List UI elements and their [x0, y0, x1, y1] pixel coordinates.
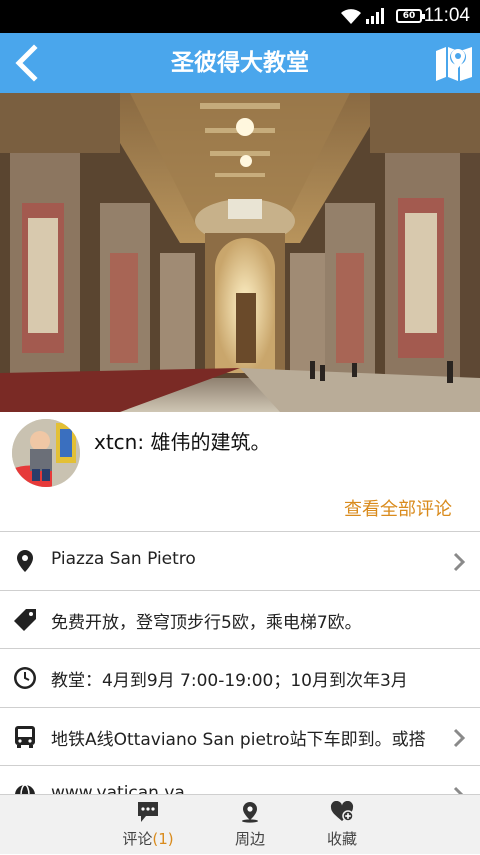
- tab-comments-label: 评论: [122, 830, 153, 848]
- view-all-reviews-link[interactable]: 查看全部评论: [344, 495, 452, 521]
- back-arrow-icon[interactable]: [8, 43, 48, 83]
- status-bar: 60 11:04: [0, 0, 480, 33]
- hours-row: 教堂：4月到9月 7:00-19:00；10月到次年3月: [0, 648, 480, 707]
- comment-icon: [138, 802, 158, 822]
- location-pin-icon: [17, 550, 33, 572]
- clock-icon: [14, 667, 36, 689]
- review-section: xtcn: 雄伟的建筑。 查看全部评论: [0, 412, 480, 532]
- heart-add-icon: [330, 801, 354, 822]
- transport-text: 地铁A线Ottaviano San pietro站下车即到。或搭: [51, 729, 426, 750]
- tab-favorite-label: 收藏: [326, 830, 357, 848]
- basilica-photo: [0, 93, 480, 412]
- hours-text: 教堂：4月到9月 7:00-19:00；10月到次年3月: [51, 671, 408, 691]
- tab-favorite[interactable]: 收藏: [294, 795, 390, 855]
- tab-comments-count: (1): [152, 830, 174, 848]
- price-row: 免费开放，登穹顶步行5欧，乘电梯7欧。: [0, 589, 480, 648]
- status-time: 11:04: [423, 5, 470, 26]
- map-icon[interactable]: [434, 43, 474, 83]
- battery-icon: 60: [396, 9, 425, 23]
- tab-nearby-label: 周边: [234, 830, 265, 848]
- info-list: Piazza San Pietro 免费开放，登穹顶步行5欧，乘电梯7欧。 教堂…: [0, 531, 480, 824]
- transport-row[interactable]: 地铁A线Ottaviano San pietro站下车即到。或搭: [0, 706, 480, 765]
- price-tag-icon: [14, 608, 36, 631]
- wifi-icon: [341, 9, 361, 24]
- nearby-pin-icon: [242, 802, 258, 823]
- chevron-right-icon: [453, 728, 466, 747]
- address-text: Piazza San Pietro: [51, 549, 196, 569]
- bus-icon: [15, 725, 35, 748]
- app-bar: 圣彼得大教堂: [0, 33, 480, 93]
- address-row[interactable]: Piazza San Pietro: [0, 531, 480, 590]
- bottom-tab-bar: 评论(1) 周边 收藏: [0, 794, 480, 854]
- price-text: 免费开放，登穹顶步行5欧，乘电梯7欧。: [51, 612, 362, 633]
- page-title: 圣彼得大教堂: [171, 50, 309, 76]
- chevron-right-icon: [453, 552, 466, 572]
- tab-comments[interactable]: 评论(1): [100, 795, 196, 855]
- signal-icon: [366, 8, 384, 24]
- review-text: xtcn: 雄伟的建筑。: [94, 430, 271, 454]
- avatar[interactable]: [12, 419, 80, 487]
- hero-image[interactable]: [0, 93, 480, 412]
- tab-nearby[interactable]: 周边: [202, 795, 298, 855]
